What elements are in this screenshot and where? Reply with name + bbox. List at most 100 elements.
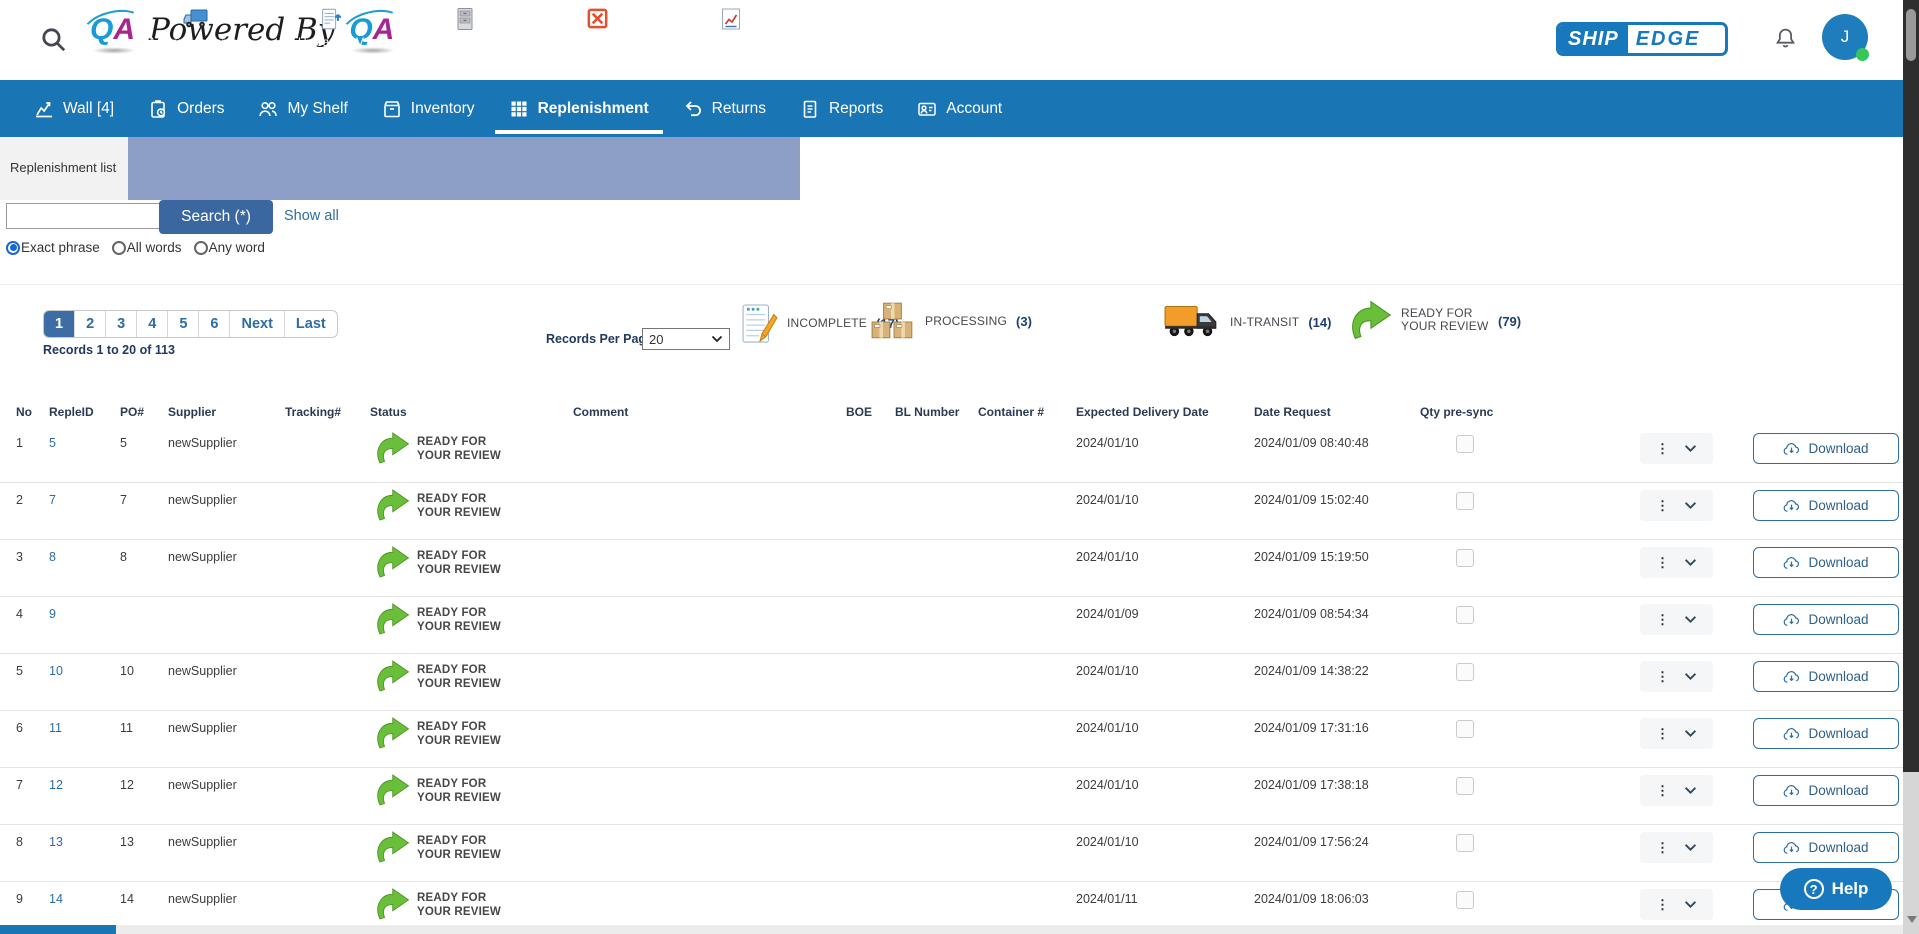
x-envelope-icon: [585, 6, 610, 31]
row-actions-menu[interactable]: ⋮: [1640, 775, 1713, 806]
help-button[interactable]: ? Help: [1780, 868, 1892, 910]
summary-processing[interactable]: PROCESSING (3): [870, 300, 1032, 342]
table-header: No RepleID PO# Supplier Tracking# Status…: [0, 402, 1903, 427]
row-actions-menu[interactable]: ⋮: [1640, 433, 1713, 464]
page-button-5[interactable]: 5: [168, 311, 199, 337]
po-number: 10: [120, 664, 134, 678]
toolbar-add-replenishment[interactable]: Add replenishment: [128, 6, 268, 49]
supplier: newSupplier: [168, 835, 237, 849]
search-input[interactable]: [6, 203, 163, 229]
nav-item-orders[interactable]: Orders: [148, 80, 224, 137]
download-button[interactable]: Download: [1753, 661, 1899, 692]
repleid-link[interactable]: 13: [49, 835, 63, 849]
records-per-page-label: Records Per Page: [546, 332, 653, 346]
scroll-down-arrow-icon[interactable]: [1907, 916, 1917, 923]
grid-icon: [509, 99, 529, 119]
vertical-scrollbar-track-lower[interactable]: [1903, 772, 1919, 934]
horizontal-scrollbar-track[interactable]: [0, 925, 1903, 934]
kebab-icon: ⋮: [1656, 613, 1669, 626]
row-actions-menu[interactable]: ⋮: [1640, 889, 1713, 920]
download-button[interactable]: Download: [1753, 775, 1899, 806]
supplier: newSupplier: [168, 892, 237, 906]
supplier: newSupplier: [168, 493, 237, 507]
page-button-2[interactable]: 2: [75, 311, 106, 337]
notifications-bell-icon[interactable]: [1772, 26, 1799, 56]
radio-any-word[interactable]: Any word: [194, 240, 265, 255]
expected-delivery-date: 2024/01/10: [1076, 664, 1139, 678]
row-actions-menu[interactable]: ⋮: [1640, 547, 1713, 578]
row-actions-menu[interactable]: ⋮: [1640, 832, 1713, 863]
qty-presync-checkbox[interactable]: [1456, 549, 1474, 567]
summary-ready-for-review[interactable]: READY FOR YOUR REVIEW (79): [1348, 300, 1521, 340]
search-button[interactable]: Search (*): [159, 200, 273, 234]
row-actions-menu[interactable]: ⋮: [1640, 661, 1713, 692]
records-per-page-select[interactable]: 20: [642, 328, 730, 350]
toolbar-x-dock-eta[interactable]: X-Dock ETA: [527, 6, 667, 48]
chevron-down-icon: [1684, 444, 1697, 453]
repleid-link[interactable]: 9: [49, 607, 56, 621]
page-button-6[interactable]: 6: [199, 311, 230, 337]
toolbar-archived-history[interactable]: Archived History: [395, 6, 535, 49]
summary-in-transit[interactable]: IN-TRANSIT (14): [1163, 300, 1331, 344]
blue-truck-icon: [183, 6, 213, 32]
qty-presync-checkbox[interactable]: [1456, 435, 1474, 453]
nav-item-returns[interactable]: Returns: [683, 80, 766, 137]
repleid-link[interactable]: 8: [49, 550, 56, 564]
row-actions-menu[interactable]: ⋮: [1640, 718, 1713, 749]
qty-presync-checkbox[interactable]: [1456, 663, 1474, 681]
nav-item-inventory[interactable]: Inventory: [382, 80, 475, 137]
page-button-1[interactable]: 1: [44, 311, 75, 337]
download-button[interactable]: Download: [1753, 433, 1899, 464]
download-button[interactable]: Download: [1753, 547, 1899, 578]
expected-delivery-date: 2024/01/10: [1076, 550, 1139, 564]
toolbar-profits[interactable]: Profits: [661, 6, 801, 49]
page-button-last[interactable]: Last: [285, 311, 337, 337]
row-number: 4: [16, 607, 23, 621]
supplier: newSupplier: [168, 721, 237, 735]
nav-item-account[interactable]: Account: [917, 80, 1002, 137]
show-all-link[interactable]: Show all: [284, 208, 339, 224]
qty-presync-checkbox[interactable]: [1456, 834, 1474, 852]
repleid-link[interactable]: 5: [49, 436, 56, 450]
qty-presync-checkbox[interactable]: [1456, 777, 1474, 795]
row-actions-menu[interactable]: ⋮: [1640, 490, 1713, 521]
download-button[interactable]: Download: [1753, 490, 1899, 521]
radio-exact-phrase[interactable]: Exact phrase: [6, 240, 100, 255]
po-number: 8: [120, 550, 127, 564]
nav-item-wall[interactable]: Wall [4]: [34, 80, 114, 137]
nav-item-reports[interactable]: Reports: [800, 80, 883, 137]
row-number: 7: [16, 778, 23, 792]
green-arrow-icon: [1348, 300, 1392, 340]
status-cell: READY FOR YOUR REVIEW: [374, 717, 515, 749]
qty-presync-checkbox[interactable]: [1456, 606, 1474, 624]
status-label: READY FOR YOUR REVIEW: [417, 436, 515, 463]
vertical-scrollbar-thumb[interactable]: [1906, 9, 1916, 61]
nav-item-replenishment[interactable]: Replenishment: [509, 80, 649, 137]
cabinet-icon: [453, 6, 477, 32]
cloud-download-icon: [1783, 670, 1800, 684]
search-icon[interactable]: [40, 26, 68, 59]
toolbar-upload-csv[interactable]: Upload CSV: [261, 6, 401, 49]
repleid-link[interactable]: 14: [49, 892, 63, 906]
row-actions-menu[interactable]: ⋮: [1640, 604, 1713, 635]
qty-presync-checkbox[interactable]: [1456, 492, 1474, 510]
radio-all-words[interactable]: All words: [112, 240, 182, 255]
page-button-4[interactable]: 4: [137, 311, 168, 337]
page-button-3[interactable]: 3: [106, 311, 137, 337]
repleid-link[interactable]: 11: [49, 721, 62, 735]
repleid-link[interactable]: 7: [49, 493, 56, 507]
qty-presync-checkbox[interactable]: [1456, 891, 1474, 909]
vertical-scrollbar-track[interactable]: [1903, 0, 1919, 772]
date-request: 2024/01/09 08:40:48: [1254, 436, 1369, 450]
kebab-icon: ⋮: [1656, 556, 1669, 569]
repleid-link[interactable]: 10: [49, 664, 63, 678]
qty-presync-checkbox[interactable]: [1456, 720, 1474, 738]
repleid-link[interactable]: 12: [49, 778, 63, 792]
nav-item-my-shelf[interactable]: My Shelf: [258, 80, 347, 137]
download-button[interactable]: Download: [1753, 604, 1899, 635]
chevron-down-icon: [1684, 843, 1697, 852]
download-button[interactable]: Download: [1753, 718, 1899, 749]
page-button-next[interactable]: Next: [230, 311, 284, 337]
cloud-download-icon: [1783, 727, 1800, 741]
download-button[interactable]: Download: [1753, 832, 1899, 863]
